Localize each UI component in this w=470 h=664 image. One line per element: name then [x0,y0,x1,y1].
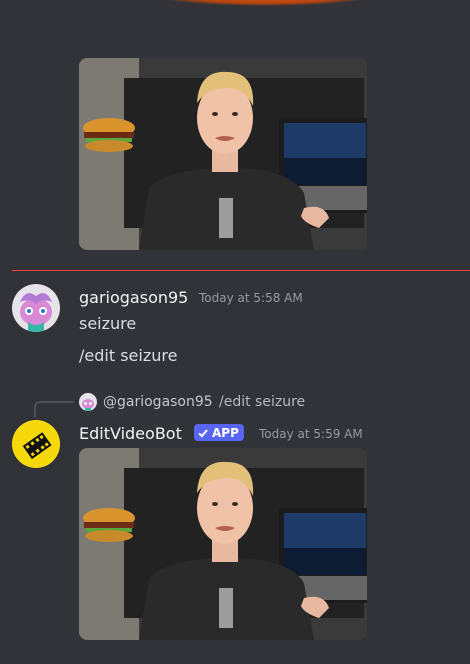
bot-author[interactable]: EditVideoBot [79,424,182,443]
message-text: /edit seizure [79,346,178,365]
bot-video-attachment[interactable] [79,448,367,640]
message-timestamp[interactable]: Today at 5:58 AM [199,291,303,305]
reply-avatar[interactable] [79,393,97,411]
video-thumbnail-image [79,58,367,250]
message-author[interactable]: gariogason95 [79,288,188,307]
previous-media-edge [150,0,380,6]
user-avatar-image [12,284,60,332]
film-clapper-icon [12,420,60,468]
app-badge: APP [194,424,244,441]
bot-avatar[interactable] [12,420,60,468]
new-messages-divider [12,270,470,271]
bot-message-timestamp[interactable]: Today at 5:59 AM [259,427,363,441]
message-text: seizure [79,314,137,333]
reply-avatar-image [79,393,97,411]
video-thumbnail-image [79,448,367,640]
app-badge-label: APP [212,425,239,440]
video-attachment[interactable] [79,58,367,250]
reply-preview[interactable]: /edit seizure [219,394,305,410]
reply-mention[interactable]: @gariogason95 [103,394,213,410]
checkmark-icon [198,428,208,437]
reply-connector [34,401,74,417]
user-avatar[interactable] [12,284,60,332]
